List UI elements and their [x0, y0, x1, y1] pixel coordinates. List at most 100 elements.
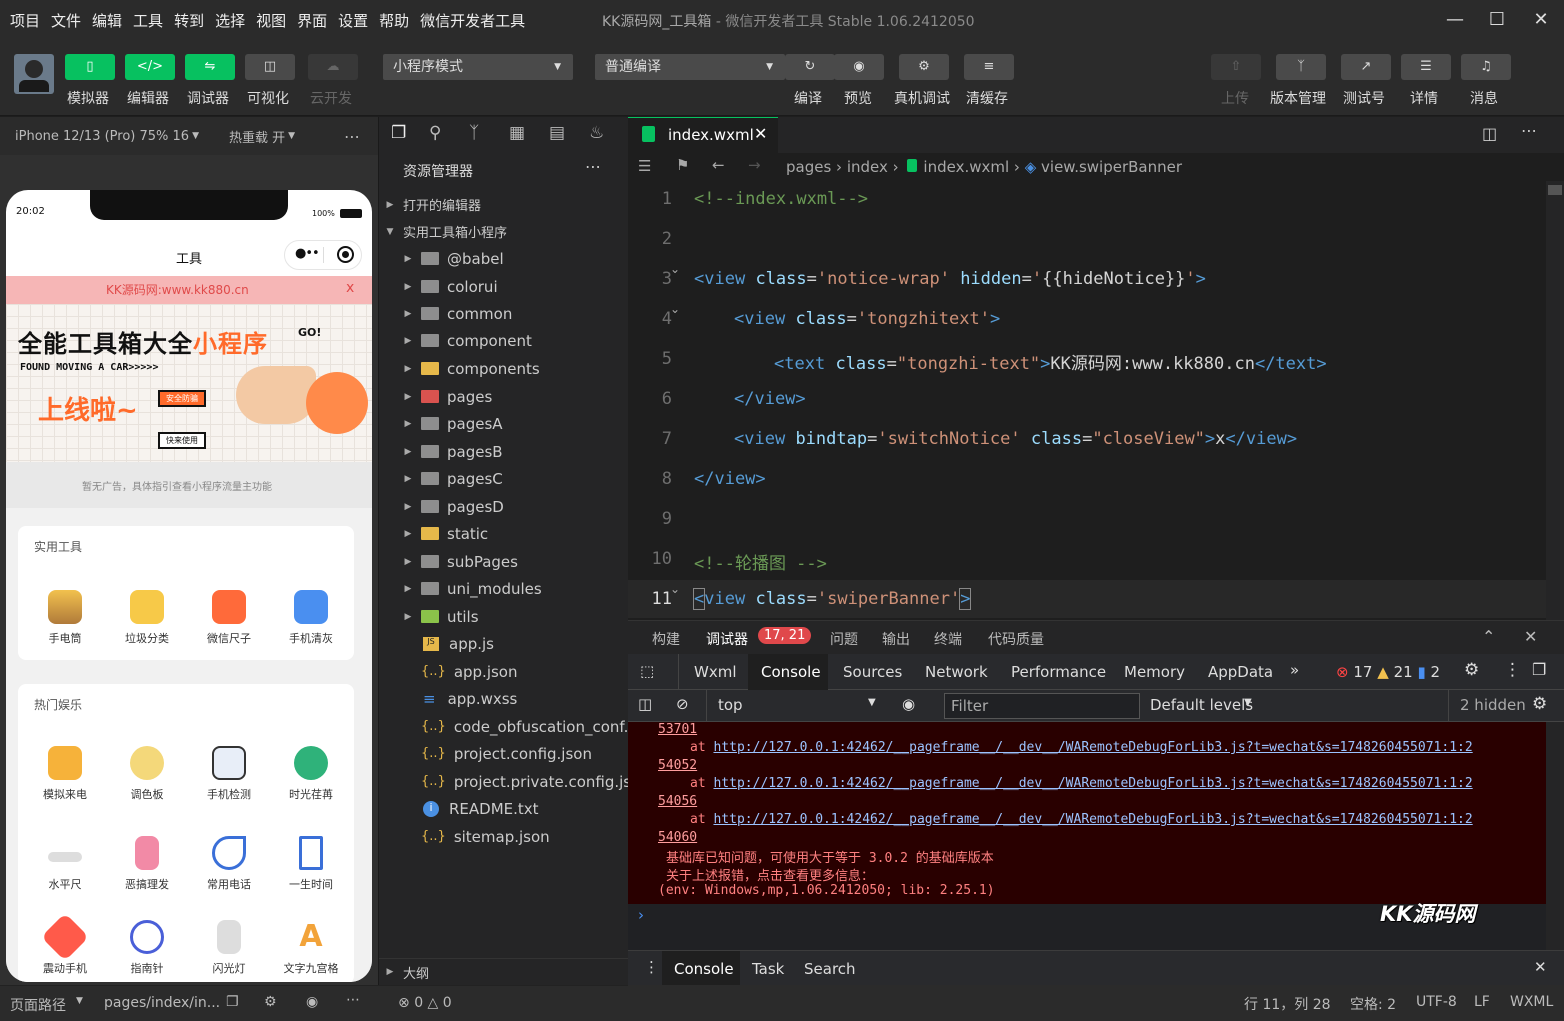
avatar[interactable]: [14, 54, 54, 94]
version-button[interactable]: ᛉ: [1276, 54, 1326, 80]
tool-lifetime[interactable]: 一生时间: [270, 836, 352, 892]
split-editor-icon[interactable]: ◫: [1482, 124, 1497, 143]
tree-folder[interactable]: ▶ pages: [379, 383, 629, 410]
files-icon[interactable]: ❐: [391, 123, 406, 143]
inspect-icon[interactable]: ⬚: [640, 662, 654, 680]
tab-build[interactable]: 构建: [652, 629, 680, 649]
tool-palette[interactable]: 调色板: [106, 746, 188, 802]
eye-icon[interactable]: ◉: [306, 994, 318, 1010]
tool-time[interactable]: 时光荏苒: [270, 746, 352, 802]
tab-sources[interactable]: Sources: [843, 663, 902, 681]
tool-compass[interactable]: 指南针: [106, 920, 188, 976]
close-drawer-icon[interactable]: ✕: [1534, 958, 1547, 976]
arrow-right-icon[interactable]: →: [748, 156, 761, 174]
crumb-index[interactable]: index: [847, 158, 888, 176]
tree-file[interactable]: {..} sitemap.json: [379, 823, 629, 850]
kebab-icon[interactable]: ⋮: [1504, 660, 1521, 680]
tab-terminal[interactable]: 终端: [934, 629, 962, 649]
more-icon[interactable]: ⋯: [585, 157, 601, 176]
tab-output[interactable]: 输出: [882, 629, 910, 649]
test-account-button[interactable]: ↗: [1341, 54, 1391, 80]
tab-problems[interactable]: 问题: [830, 629, 858, 649]
menu-help[interactable]: 帮助: [379, 10, 409, 31]
project-section[interactable]: ▼ 实用工具箱小程序: [379, 218, 629, 245]
tree-file[interactable]: i README.txt: [379, 795, 629, 822]
compile-button[interactable]: ↻: [785, 54, 835, 80]
error-status[interactable]: ⊗ 0 △ 0: [398, 995, 452, 1011]
messages-button[interactable]: ♫: [1461, 54, 1511, 80]
console-ref[interactable]: 54056: [658, 794, 697, 809]
page-path[interactable]: pages/index/in...: [104, 995, 220, 1011]
tool-common-phone[interactable]: 常用电话: [188, 836, 270, 892]
more-dots-icon[interactable]: ●••: [295, 246, 320, 261]
tree-file[interactable]: JS app.js: [379, 630, 629, 657]
upload-button[interactable]: ⇧: [1211, 54, 1261, 80]
close-tab-icon[interactable]: ✕: [754, 124, 767, 143]
crumb-file[interactable]: index.wxml: [923, 158, 1009, 176]
device-select[interactable]: iPhone 12/13 (Pro) 75% 16: [15, 129, 189, 144]
crumb-pages[interactable]: pages: [786, 158, 831, 176]
fold-icon[interactable]: ⌄: [670, 262, 680, 276]
tool-fake-call[interactable]: 模拟来电: [24, 746, 106, 802]
copy-icon[interactable]: ❐: [226, 994, 239, 1010]
tree-folder[interactable]: ▶ uni_modules: [379, 575, 629, 602]
close-window-icon[interactable]: ✕: [1526, 6, 1556, 34]
menu-interface[interactable]: 界面: [297, 10, 327, 31]
console-ref[interactable]: 53701: [658, 722, 697, 737]
drawer-tab-console[interactable]: Console: [674, 960, 734, 978]
tree-file[interactable]: {..} project.private.config.js...: [379, 768, 645, 795]
open-editors-section[interactable]: ▶ 打开的编辑器: [379, 191, 629, 218]
tool-text-grid[interactable]: A 文字九宫格: [270, 920, 352, 976]
clear-console-icon[interactable]: ⊘: [676, 695, 689, 713]
list-icon[interactable]: ☰: [638, 157, 651, 175]
menu-wechat-devtools[interactable]: 微信开发者工具: [420, 10, 525, 31]
maximize-icon[interactable]: ☐: [1482, 6, 1512, 34]
docker-icon[interactable]: ♨: [589, 123, 604, 143]
tab-appdata[interactable]: AppData: [1208, 663, 1273, 681]
console-ref[interactable]: 54052: [658, 758, 697, 773]
tree-folder[interactable]: ▶ pagesC: [379, 465, 629, 492]
tree-file[interactable]: ≡ app.wxss: [379, 685, 629, 712]
clear-cache-button[interactable]: ≡: [964, 54, 1014, 80]
filter-input[interactable]: Filter: [944, 693, 1140, 719]
editor-scrollbar[interactable]: [1546, 181, 1564, 951]
outline-section[interactable]: ▶ 大纲: [379, 958, 629, 985]
tool-phone-check[interactable]: 手机检测: [188, 746, 270, 802]
cursor-position[interactable]: 行 11，列 28: [1244, 994, 1331, 1014]
storage-icon[interactable]: ▤: [549, 123, 565, 143]
line-ending[interactable]: LF: [1474, 994, 1490, 1010]
console-ref[interactable]: 54060: [658, 830, 697, 845]
tool-level[interactable]: 水平尺: [24, 836, 106, 892]
tree-folder[interactable]: ▶ colorui: [379, 273, 629, 300]
eye-icon[interactable]: ◉: [902, 695, 915, 713]
bug-icon[interactable]: ⚙: [264, 994, 277, 1010]
tree-folder[interactable]: ▶ pagesA: [379, 410, 629, 437]
swiper-banner[interactable]: 全能工具箱大全小程序 GO! FOUND MOVING A CAR>>>>> 上…: [6, 304, 372, 462]
levels-select[interactable]: Default levels: [1150, 696, 1253, 714]
fold-icon[interactable]: ⌄: [670, 582, 680, 596]
tool-ruler[interactable]: 微信尺子: [188, 590, 270, 646]
page-path-label[interactable]: 页面路径: [10, 995, 66, 1015]
tree-file[interactable]: {..} app.json: [379, 658, 629, 685]
tool-flashlight[interactable]: 手电筒: [24, 590, 106, 646]
remote-debug-button[interactable]: ⚙: [899, 54, 949, 80]
tree-folder[interactable]: ▶ utils: [379, 603, 629, 630]
more-icon[interactable]: ⋯: [1521, 121, 1537, 140]
tree-file[interactable]: {..} project.config.json: [379, 740, 629, 767]
tree-folder[interactable]: ▶ subPages: [379, 548, 629, 575]
tab-console[interactable]: Console: [761, 663, 821, 681]
console-prompt[interactable]: › KK源码网: [628, 902, 1546, 950]
kebab-icon[interactable]: ⋮: [644, 958, 659, 976]
bookmark-icon[interactable]: ⚑: [676, 156, 689, 174]
tab-performance[interactable]: Performance: [1011, 663, 1106, 681]
fold-icon[interactable]: ⌄: [670, 302, 680, 316]
more-icon[interactable]: ⋯: [344, 127, 360, 146]
git-icon[interactable]: ᛉ: [469, 123, 479, 143]
chevron-up-icon[interactable]: ⌃: [1482, 627, 1495, 646]
compile-select[interactable]: 普通编译 ▼: [595, 54, 785, 80]
menu-tools[interactable]: 工具: [133, 10, 163, 31]
extensions-icon[interactable]: ▦: [509, 123, 525, 143]
console-counts[interactable]: ⊗ 17 ▲ 21 ▮ 2: [1336, 663, 1440, 681]
menu-select[interactable]: 选择: [215, 10, 245, 31]
drawer-tab-task[interactable]: Task: [752, 960, 784, 978]
